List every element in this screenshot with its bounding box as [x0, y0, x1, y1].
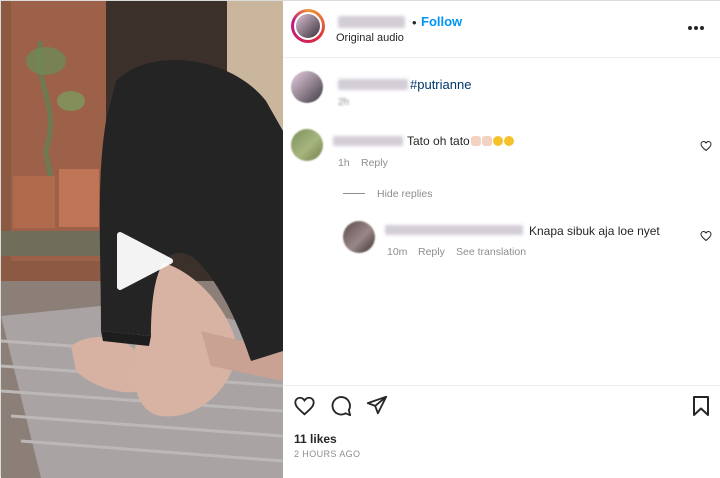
bookmark-icon[interactable]: [692, 395, 710, 417]
caption-avatar[interactable]: [291, 71, 323, 103]
laughing-face-icon: [503, 135, 514, 146]
reply-username[interactable]: [385, 225, 523, 235]
share-icon[interactable]: [366, 394, 388, 416]
waving-hands-icon: [481, 135, 492, 146]
hashtag-link[interactable]: #putrianne: [410, 77, 471, 92]
post-modal: • Follow Original audio #putrianne 2h Ta…: [0, 0, 720, 478]
commenter-avatar[interactable]: [291, 129, 323, 161]
waving-hands-icon: [470, 135, 481, 146]
hide-replies-button[interactable]: Hide replies: [377, 188, 432, 200]
comment-time: 1h: [338, 157, 350, 169]
laughing-face-icon: [492, 135, 503, 146]
separator-dot: •: [412, 15, 417, 30]
comment-text: Tato oh tato: [407, 134, 514, 149]
caption-time: 2h: [338, 97, 350, 108]
reply-avatar[interactable]: [343, 221, 375, 253]
action-divider: [283, 385, 720, 386]
caption-username[interactable]: [338, 79, 408, 90]
reply-reply-button[interactable]: Reply: [418, 246, 445, 258]
see-translation-button[interactable]: See translation: [456, 246, 526, 258]
author-username[interactable]: [338, 16, 405, 28]
author-avatar[interactable]: [291, 9, 325, 43]
audio-link[interactable]: Original audio: [336, 32, 404, 44]
hide-replies-line: [343, 193, 365, 194]
heart-icon[interactable]: [293, 395, 316, 417]
reply-text: Knapa sibuk aja loe nyet: [529, 224, 660, 238]
reply-like-heart-icon[interactable]: [700, 230, 712, 242]
comment-reply-button[interactable]: Reply: [361, 157, 388, 169]
likes-count[interactable]: 11 likes: [294, 432, 337, 446]
comment-body: Tato oh tato: [407, 134, 470, 148]
post-sidebar: • Follow Original audio #putrianne 2h Ta…: [283, 1, 720, 478]
post-timestamp: 2 HOURS AGO: [294, 449, 361, 459]
commenter-username[interactable]: [333, 136, 403, 146]
play-icon[interactable]: [114, 231, 174, 291]
video-player[interactable]: [1, 1, 283, 478]
emoji-group: [470, 135, 514, 149]
follow-button[interactable]: Follow: [421, 14, 462, 29]
ellipsis-icon[interactable]: [687, 25, 705, 31]
comment-icon[interactable]: [330, 395, 352, 417]
reply-time: 10m: [387, 246, 408, 258]
comment-like-heart-icon[interactable]: [700, 140, 712, 152]
post-header: • Follow Original audio: [283, 1, 720, 58]
